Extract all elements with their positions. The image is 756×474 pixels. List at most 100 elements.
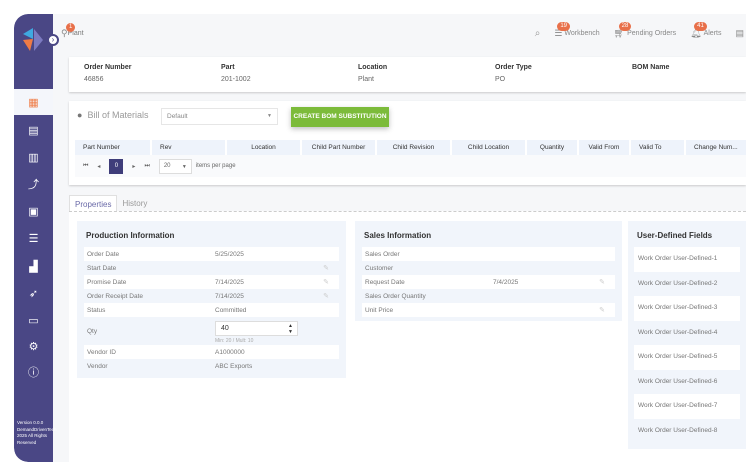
sidebar-item-info[interactable]: ⓘ [14, 359, 53, 385]
order-number-value: 46856 [84, 76, 104, 83]
udf-item: Work Order User-Defined-8 [638, 426, 718, 434]
udf-item: Work Order User-Defined-7 [634, 394, 740, 419]
column-header[interactable]: Child Revision [377, 140, 450, 155]
first-page-icon[interactable]: ⏮ [83, 163, 88, 170]
breadcrumb[interactable]: ⚲ 1 Plant [61, 23, 84, 39]
production-information-panel: Production Information Order Date 5/25/20… [77, 221, 346, 378]
sidebar-item-dashboard[interactable]: ▦ [14, 89, 53, 115]
sidebar-item-briefcase[interactable]: ▭ [14, 307, 53, 333]
properties-content: Production Information Order Date 5/25/20… [69, 211, 746, 462]
pencil-icon[interactable]: ✎ [599, 278, 605, 286]
udf-title: User-Defined Fields [637, 231, 713, 240]
sidebar-item-calendar[interactable]: ▣ [14, 198, 53, 224]
column-header[interactable]: Rev [152, 140, 225, 155]
sales-title: Sales Information [364, 231, 432, 240]
workbench-badge: 19 [557, 22, 570, 31]
field-label: Start Date [87, 264, 117, 272]
udf-item: Work Order User-Defined-2 [638, 279, 718, 287]
page-size-value: 20 [163, 162, 171, 169]
bom-name-label: BOM Name [632, 64, 670, 71]
sidebar-item-sliders[interactable]: ☰ [14, 225, 53, 251]
pencil-icon[interactable]: ✎ [323, 278, 329, 286]
next-page-icon[interactable]: ▸ [132, 163, 135, 170]
workbench-button[interactable]: ☰ 19 Workbench [554, 22, 600, 39]
sidebar-item-bar-chart[interactable]: ▥ [14, 144, 53, 170]
sidebar-item-analytics[interactable]: ▟ [14, 253, 53, 279]
sidebar-item-rocket[interactable]: ➶ [14, 280, 53, 306]
pencil-icon[interactable]: ✎ [599, 306, 605, 314]
bom-select-value: Default [167, 113, 188, 120]
field-value: A1000000 [215, 348, 245, 356]
order-type-value: PO [495, 76, 506, 83]
field-label: Order Date [87, 250, 120, 258]
field-label: Promise Date [87, 278, 127, 286]
field-value: 5/25/2025 [215, 250, 244, 258]
qty-stepper[interactable]: 40 ▲ ▼ [215, 320, 298, 336]
field-label: Vendor ID [87, 348, 116, 356]
stepper-arrows-icon[interactable]: ▲ ▼ [288, 323, 293, 335]
location-label: Location [358, 64, 388, 71]
field-label: Sales Order Quantity [365, 292, 426, 300]
last-page-icon[interactable]: ⏭ [144, 163, 149, 170]
order-type-label: Order Type [495, 64, 532, 71]
qty-hint: Min: 20 / Mult: 10 [215, 338, 254, 344]
udf-item: Work Order User-Defined-5 [634, 345, 740, 370]
alerts-button[interactable]: 🔔︎ 41 Alerts [690, 22, 721, 39]
pending-orders-button[interactable]: 🛒︎ 28 Pending Orders [614, 22, 677, 39]
pencil-icon[interactable]: ✎ [323, 292, 329, 300]
pending-orders-badge: 28 [618, 22, 632, 31]
search-icon[interactable]: ⌕ [535, 28, 541, 39]
page-size-select[interactable]: 20 ▼ [158, 158, 192, 174]
workbench-label: Workbench [564, 30, 600, 37]
field-label: Unit Price [365, 306, 394, 314]
prev-page-icon[interactable]: ◂ [97, 163, 100, 170]
app-window: ▦ ▤ ▥ ⤴ ▣ ☰ ▟ ➶ ▭ ⚙ ⓘ Version 0.0.0 Dema… [14, 14, 746, 462]
bom-card: ● Bill of Materials Default ▼ CREATE BOM S… [69, 101, 746, 185]
sidebar: ▦ ▤ ▥ ⤴ ▣ ☰ ▟ ➶ ▭ ⚙ ⓘ Version 0.0.0 Dema… [14, 14, 57, 462]
version-text: Version 0.0.0 DemandDrivenTech 2025 All … [17, 420, 57, 445]
location-value: Plant [358, 76, 374, 83]
udf-item: Work Order User-Defined-4 [638, 328, 718, 336]
column-header[interactable]: Valid To [631, 140, 684, 155]
field-value: 7/14/2025 [215, 278, 244, 286]
pencil-icon[interactable]: ✎ [323, 264, 329, 272]
pending-orders-label: Pending Orders [627, 30, 677, 37]
field-value: 7/14/2025 [215, 292, 244, 300]
items-per-page-label: items per page [195, 163, 236, 169]
clipboard-icon[interactable]: ▤ [735, 28, 744, 39]
column-header[interactable]: Part Number [75, 140, 150, 155]
field-value: Committed [215, 306, 247, 314]
column-header[interactable]: Location [227, 140, 300, 155]
field-value: 7/4/2025 [493, 278, 519, 286]
sales-information-panel: Sales Information Sales Order Customer R… [355, 221, 622, 321]
part-label: Part [221, 64, 235, 71]
field-label: Vendor [87, 362, 108, 370]
sidebar-item-clipboard[interactable]: ▤ [14, 117, 53, 143]
field-label: Customer [365, 264, 394, 272]
production-title: Production Information [86, 231, 175, 240]
create-bom-substitution-button[interactable]: CREATE BOM SUBSTITUTION [291, 107, 389, 127]
bom-select[interactable]: Default ▼ [161, 108, 278, 125]
expand-sidebar-button[interactable]: › [47, 34, 59, 46]
page-current[interactable]: 0 [109, 158, 124, 174]
chevron-down-icon: ▼ [181, 163, 187, 170]
column-header[interactable]: Valid From [579, 140, 629, 155]
part-value: 201-1002 [221, 76, 251, 83]
header: ⚲ 1 Plant ⌕ ☰ 19 Workbench 🛒︎ 28 Pending Ord… [53, 14, 746, 56]
sidebar-item-settings[interactable]: ⚙ [14, 333, 53, 359]
chevron-down-icon: ▼ [267, 113, 272, 119]
pager: ⏮ ◂ 0 ▸ ⏭ 20 ▼ items per page [75, 155, 746, 177]
column-header[interactable]: Child Location [452, 140, 525, 155]
order-summary-card: Order Number 46856 Part 201-1002 Location P… [69, 57, 746, 92]
field-label: Request Date [365, 278, 405, 286]
column-header[interactable]: Child Part Number [302, 140, 375, 155]
logo-icon [23, 28, 43, 51]
bomb-icon: ● [77, 110, 83, 120]
sidebar-item-line-chart[interactable]: ⤴ [14, 171, 53, 197]
column-header[interactable]: Change Num... [686, 140, 746, 155]
udf-item: Work Order User-Defined-3 [634, 296, 740, 321]
field-label: Status [87, 306, 106, 314]
user-defined-fields-panel: User-Defined Fields Work Order User-Defi… [628, 221, 746, 449]
column-header[interactable]: Quantity [527, 140, 577, 155]
udf-item: Work Order User-Defined-1 [634, 247, 740, 272]
